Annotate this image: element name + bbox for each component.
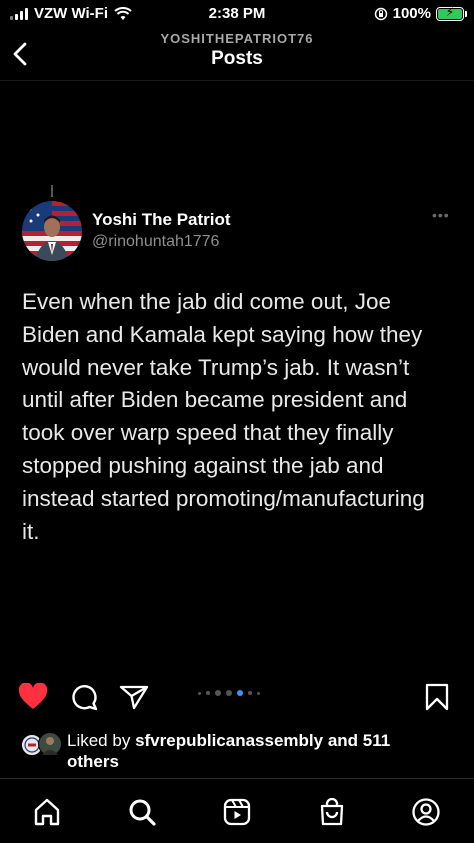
status-right: 100% ⚡ [374, 5, 467, 22]
tweet-display-name: Yoshi The Patriot [92, 210, 231, 229]
shop-icon[interactable] [317, 797, 347, 827]
more-options-icon: ••• [432, 207, 450, 223]
likes-summary: Liked by sfvrepublicanassembly and 511 o… [67, 730, 427, 772]
tweet-handle: @rinohuntah1776 [92, 233, 220, 250]
thread-connector [51, 185, 53, 197]
battery-percent: 100% [392, 5, 431, 22]
carousel-dot [198, 691, 201, 695]
header-divider [0, 80, 474, 81]
home-icon[interactable] [32, 797, 62, 827]
tweet-avatar [22, 201, 82, 261]
liker-avatar[interactable] [38, 732, 62, 756]
search-icon[interactable] [127, 797, 157, 827]
status-bar: VZW Wi-Fi 2:38 PM 100% ⚡ [0, 0, 474, 28]
carousel-dot [215, 690, 221, 696]
carousel-dot [237, 690, 243, 696]
carousel-dot [206, 691, 210, 695]
liker-username[interactable]: sfvrepublicanassembly [135, 731, 323, 750]
likes-prefix: Liked by [67, 731, 131, 750]
orientation-lock-icon [374, 7, 387, 20]
comment-icon[interactable] [71, 683, 99, 711]
carousel-indicator [198, 690, 260, 696]
bookmark-icon[interactable] [425, 683, 449, 711]
carousel-dot [226, 690, 232, 696]
profile-icon[interactable] [411, 797, 441, 827]
reels-icon[interactable] [222, 797, 252, 827]
page-title: Posts [211, 48, 263, 69]
tweet-text: Even when the jab did come out, Joe Bide… [22, 289, 425, 544]
share-icon[interactable] [119, 684, 149, 710]
heart-icon[interactable] [18, 683, 48, 711]
header-username: YOSHITHEPATRIOT76 [160, 31, 314, 46]
carousel-dot [257, 691, 260, 695]
tab-bar-divider [0, 778, 474, 779]
battery-icon: ⚡ [436, 5, 467, 21]
carousel-dot [248, 691, 252, 695]
